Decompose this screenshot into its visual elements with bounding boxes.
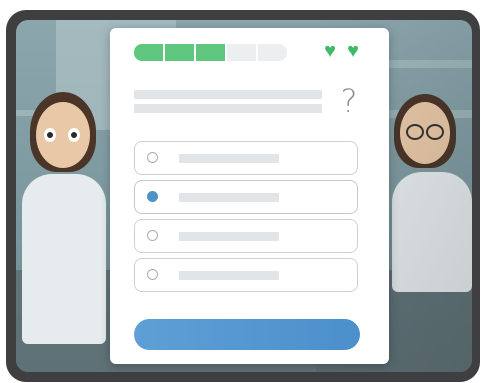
answer-option-4[interactable] [134,258,358,292]
radio-button[interactable] [147,152,158,163]
answer-text-placeholder [179,193,279,202]
answer-options [134,141,360,297]
question-mark-icon[interactable]: ? [338,84,360,118]
page-frame: ♥ ♥ ? [0,0,481,383]
answer-option-1[interactable] [134,141,358,175]
radio-button[interactable] [147,269,158,280]
question-text-placeholder [134,90,322,118]
progress-segment-done [196,44,225,61]
question-line [134,104,322,113]
submit-button[interactable] [134,319,360,350]
answer-text-placeholder [179,154,279,163]
character-eye [68,128,80,142]
progress-bar [134,44,287,61]
question-line [134,90,322,99]
radio-button-selected[interactable] [147,191,158,202]
progress-segment-done [134,44,163,61]
quiz-card: ♥ ♥ ? [110,28,389,364]
answer-text-placeholder [179,232,279,241]
lives-indicator: ♥ ♥ [320,41,363,61]
progress-segment-remaining [227,44,256,61]
heart-icon: ♥ [347,40,359,62]
answer-text-placeholder [179,271,279,280]
progress-segment-done [165,44,194,61]
scientist-character-left [22,90,112,372]
answer-option-3[interactable] [134,219,358,253]
progress-segment-remaining [258,44,287,61]
radio-button[interactable] [147,230,158,241]
character-eye [44,128,56,142]
answer-option-2[interactable] [134,180,358,214]
character-lab-coat [22,174,106,344]
heart-icon: ♥ [324,40,336,62]
